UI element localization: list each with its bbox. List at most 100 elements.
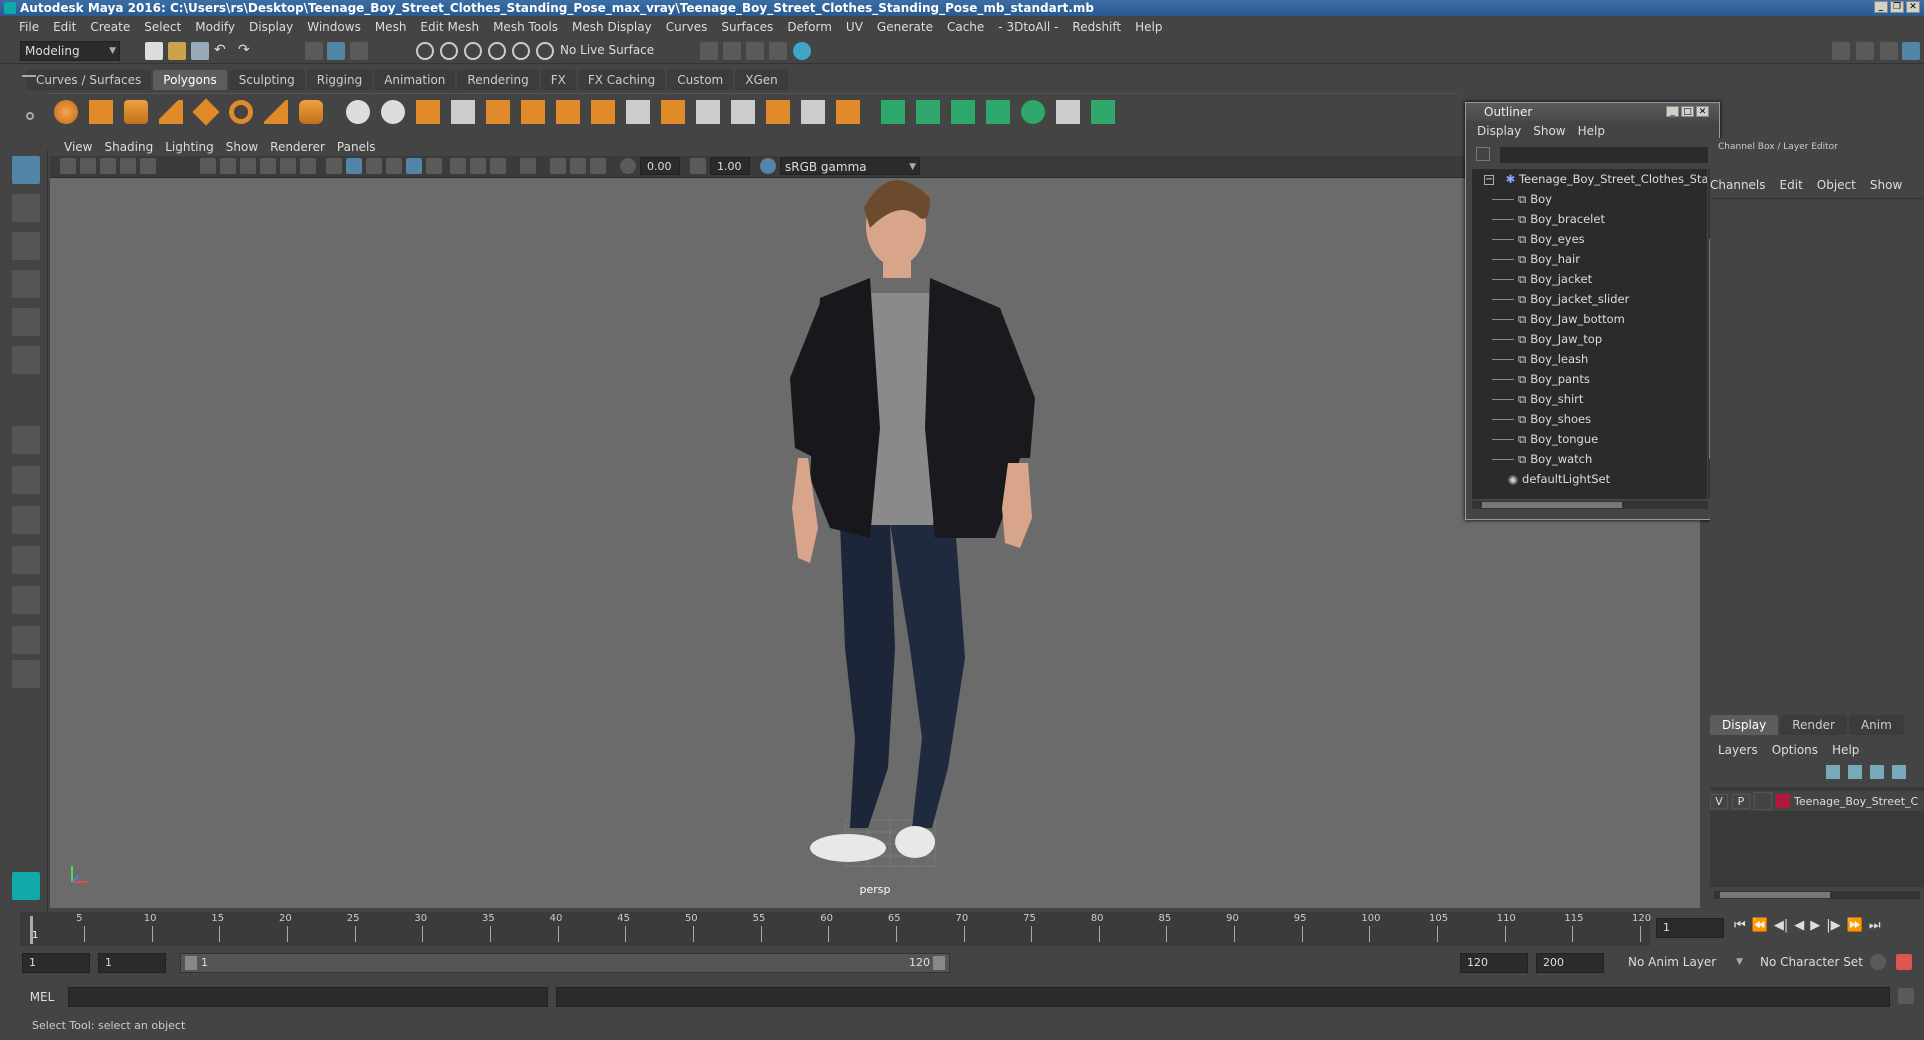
tool-settings-icon[interactable] (1880, 42, 1898, 60)
outliner-menu-show[interactable]: Show (1530, 124, 1574, 138)
poly-cube-icon[interactable] (89, 100, 113, 124)
script-editor-icon[interactable] (1898, 988, 1914, 1004)
outliner-hscrollbar[interactable] (1472, 501, 1708, 509)
menu-help[interactable]: Help (1128, 20, 1169, 34)
outliner-item-lightset[interactable]: ◉ defaultLightSet (1508, 469, 1610, 489)
camera-lock-icon[interactable] (80, 158, 96, 174)
boolean-icon[interactable] (521, 100, 545, 124)
exposure-field[interactable]: 0.00 (640, 157, 680, 175)
go-to-end-icon[interactable]: ⏭ (1869, 918, 1881, 933)
animation-end-field[interactable]: 200 (1536, 953, 1604, 973)
step-forward-frame-icon[interactable]: |▶ (1826, 918, 1840, 933)
isolate-select-icon[interactable] (520, 158, 536, 174)
motion-blur-icon[interactable] (470, 158, 486, 174)
layer-menu-help[interactable]: Help (1832, 743, 1859, 757)
layer-playback-toggle[interactable]: P (1732, 793, 1750, 809)
menu-file[interactable]: File (12, 20, 46, 34)
render-frame-icon[interactable] (700, 42, 718, 60)
time-slider[interactable]: 5 10 15 20 25 30 35 40 45 50 55 60 65 70 75 80 85 90 95 100… (20, 912, 1651, 946)
gamma-field[interactable]: 1.00 (710, 157, 750, 175)
layer-tab-render[interactable]: Render (1780, 715, 1847, 735)
step-forward-key-icon[interactable]: ⏩ (1847, 918, 1863, 933)
menu-curves[interactable]: Curves (659, 20, 715, 34)
uv-project-icon[interactable] (881, 100, 905, 124)
render-settings-icon[interactable] (769, 42, 787, 60)
anti-aliasing-icon[interactable] (490, 158, 506, 174)
outliner-hscroll-thumb[interactable] (1482, 502, 1622, 508)
outliner-item[interactable]: ⧉ Boy_jacket_slider (1492, 289, 1629, 309)
fill-hole-icon[interactable] (836, 100, 860, 124)
redo-icon[interactable]: ↷ (238, 42, 256, 60)
snap-surface-icon[interactable] (512, 42, 530, 60)
range-end-handle[interactable] (933, 956, 945, 970)
layer-menu-layers[interactable]: Layers (1718, 743, 1758, 757)
range-slider[interactable]: 1 120 (180, 953, 950, 973)
panel-menu-show[interactable]: Show (220, 140, 264, 154)
panel-menu-lighting[interactable]: Lighting (159, 140, 220, 154)
shelf-tab-xgen[interactable]: XGen (735, 70, 788, 90)
outliner-item[interactable]: ⧉ Boy_bracelet (1492, 209, 1605, 229)
outliner-item[interactable]: ⧉ Boy (1492, 189, 1552, 209)
menu-modify[interactable]: Modify (188, 20, 242, 34)
step-back-key-icon[interactable]: ⏪ (1752, 918, 1768, 933)
shelf-menu-icon[interactable] (22, 75, 36, 77)
outliner-item[interactable]: ⧉ Boy_tongue (1492, 429, 1598, 449)
extract-icon[interactable] (451, 100, 475, 124)
shelf-settings-icon[interactable] (26, 112, 34, 120)
menu-cache[interactable]: Cache (940, 20, 991, 34)
snap-point-icon[interactable] (464, 42, 482, 60)
bookmark-icon[interactable] (100, 158, 116, 174)
target-weld-icon[interactable] (766, 100, 790, 124)
layer-hscrollbar[interactable] (1714, 891, 1920, 899)
image-plane-icon[interactable] (120, 158, 136, 174)
menu-edit[interactable]: Edit (46, 20, 83, 34)
multicut-icon[interactable] (731, 100, 755, 124)
search-options-icon[interactable] (1476, 147, 1490, 161)
uv-spherical-icon[interactable] (986, 100, 1010, 124)
outliner-menu-help[interactable]: Help (1575, 124, 1614, 138)
shelf-tab-custom[interactable]: Custom (667, 70, 734, 90)
panel-menu-renderer[interactable]: Renderer (264, 140, 331, 154)
snap-grid-icon[interactable] (416, 42, 434, 60)
field-chart-icon[interactable] (280, 158, 296, 174)
layer-menu-options[interactable]: Options (1772, 743, 1818, 757)
shadows-icon[interactable] (426, 158, 442, 174)
extrude-icon[interactable] (591, 100, 615, 124)
menu-display[interactable]: Display (242, 20, 300, 34)
move-tool-icon[interactable] (12, 270, 40, 298)
uv-editor-icon[interactable] (1056, 100, 1080, 124)
playback-start-field[interactable]: 1 (98, 953, 166, 973)
rotate-tool-icon[interactable] (12, 308, 40, 336)
menu-redshift[interactable]: Redshift (1065, 20, 1128, 34)
shelf-tab-rendering[interactable]: Rendering (457, 70, 539, 90)
lasso-tool-icon[interactable] (12, 194, 40, 222)
select-tool-icon[interactable] (12, 156, 40, 184)
snap-curve-icon[interactable] (440, 42, 458, 60)
outliner-item[interactable]: ⧉ Boy_shirt (1492, 389, 1583, 409)
outliner-item[interactable]: ⧉ Boy_Jaw_top (1492, 329, 1602, 349)
poly-torus-icon[interactable] (229, 100, 253, 124)
menu-mesh-tools[interactable]: Mesh Tools (486, 20, 565, 34)
outliner-titlebar[interactable]: Outliner _ □ ✕ (1466, 103, 1719, 121)
film-gate-icon[interactable] (220, 158, 236, 174)
collapse-icon[interactable]: − (1484, 174, 1494, 185)
poly-prism-icon[interactable] (264, 100, 288, 124)
smooth-icon[interactable] (416, 100, 440, 124)
xray-joints-icon[interactable] (570, 158, 586, 174)
snap-view-icon[interactable] (488, 42, 506, 60)
outliner-maximize-button[interactable]: □ (1681, 106, 1694, 117)
mode-dropdown[interactable]: Modeling ▼ (20, 41, 120, 61)
2d-pan-icon[interactable] (140, 158, 156, 174)
channel-menu-object[interactable]: Object (1817, 178, 1856, 192)
channel-menu-edit[interactable]: Edit (1780, 178, 1803, 192)
channel-box-toggle-icon[interactable] (1902, 42, 1920, 60)
hypershade-icon[interactable] (793, 42, 811, 60)
restore-button[interactable]: ❐ (1890, 1, 1904, 13)
outliner-item[interactable]: ⧉ Boy_watch (1492, 449, 1592, 469)
play-forward-icon[interactable]: ▶ (1810, 918, 1820, 933)
use-all-lights-icon[interactable] (406, 158, 422, 174)
outliner-layout-icon[interactable] (12, 546, 40, 574)
shelf-tab-animation[interactable]: Animation (374, 70, 456, 90)
select-object-icon[interactable] (327, 42, 345, 60)
xray-components-icon[interactable] (590, 158, 606, 174)
